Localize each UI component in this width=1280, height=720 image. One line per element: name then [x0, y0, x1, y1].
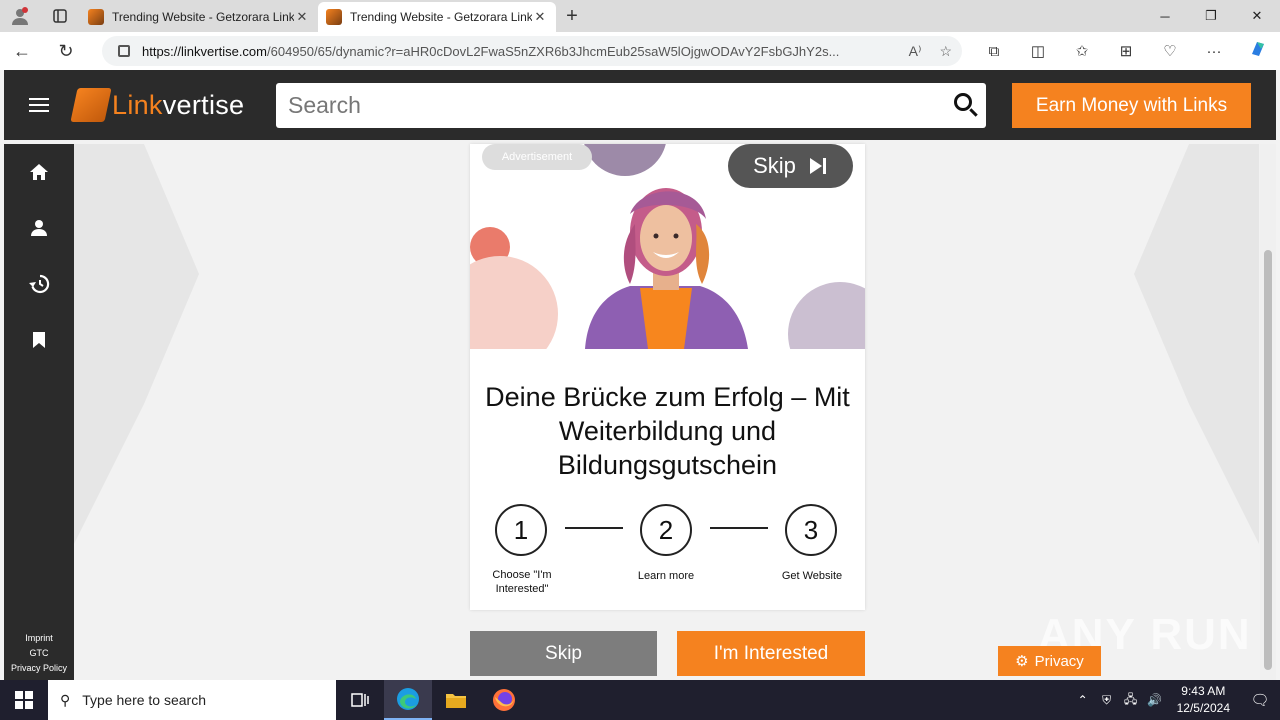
web-page: Linkvertise Search Earn Money with Links… [4, 70, 1276, 680]
step-3-label: Get Website [781, 570, 843, 582]
logo-mark-icon [70, 88, 112, 122]
gear-icon: ⚙ [1015, 653, 1029, 670]
tab-title: Trending Website - Getzorara Link [112, 10, 294, 24]
imprint-link[interactable]: Imprint [4, 631, 74, 646]
collections-icon[interactable]: ⊞ [1104, 42, 1148, 60]
ad-skip-button[interactable]: Skip [728, 144, 853, 188]
step-3-circle: 3 [785, 504, 837, 556]
network-icon[interactable]: 🖧 [1119, 690, 1143, 711]
tab-active[interactable]: Trending Website - Getzorara Link ✕ [318, 2, 556, 32]
tab-inactive[interactable]: Trending Website - Getzorara Link ✕ [80, 2, 318, 32]
linkvertise-logo[interactable]: Linkvertise [70, 88, 244, 122]
tab-title: Trending Website - Getzorara Link [350, 10, 532, 24]
minimize-icon[interactable]: ─ [1142, 0, 1188, 32]
search-icon: ⚲ [60, 691, 71, 708]
site-search-input[interactable]: Search [276, 83, 986, 128]
window-controls: ─ ❐ ✕ [1142, 0, 1280, 32]
step-2-circle: 2 [640, 504, 692, 556]
linkvertise-favicon-icon [326, 9, 342, 25]
system-tray: ⌃ ⛨ 🖧 🔊 9:43 AM 12/5/2024 🗨 [1071, 680, 1280, 720]
scrollbar-thumb[interactable] [1264, 250, 1272, 670]
browser-essentials-icon[interactable]: ♡ [1148, 42, 1192, 60]
lock-icon[interactable] [118, 45, 130, 57]
security-icon[interactable]: ⛨ [1095, 693, 1119, 708]
more-menu-icon[interactable]: ··· [1192, 43, 1236, 60]
new-tab-icon[interactable]: + [556, 0, 588, 32]
maximize-icon[interactable]: ❐ [1188, 0, 1234, 32]
favorite-star-icon[interactable]: ☆ [939, 43, 952, 60]
skip-forward-icon [809, 158, 826, 174]
close-tab-icon[interactable]: ✕ [294, 9, 310, 25]
show-hidden-icons-icon[interactable]: ⌃ [1071, 693, 1095, 707]
step-1-label: Choose "I'm Interested" [492, 569, 552, 595]
search-icon[interactable] [954, 93, 972, 111]
step-1-circle: 1 [495, 504, 547, 556]
linkvertise-favicon-icon [88, 9, 104, 25]
browser-tab-bar: Trending Website - Getzorara Link ✕ Tren… [0, 0, 1280, 32]
home-icon[interactable] [4, 144, 74, 200]
advertisement-badge: Advertisement [482, 144, 592, 170]
background-decoration-left [74, 144, 199, 544]
windows-taskbar: ⚲ Type here to search ⌃ ⛨ 🖧 🔊 9:43 AM 12… [0, 680, 1280, 720]
scrollbar[interactable] [1260, 144, 1276, 680]
site-header: Linkvertise Search Earn Money with Links [4, 70, 1276, 140]
close-tab-icon[interactable]: ✕ [532, 9, 548, 25]
edge-browser-icon[interactable] [384, 680, 432, 720]
windows-start-icon[interactable] [0, 680, 48, 720]
browser-tools: ⧉ ◫ ✩ ⊞ ♡ ··· [972, 32, 1280, 70]
system-clock[interactable]: 9:43 AM 12/5/2024 [1167, 683, 1240, 717]
file-explorer-icon[interactable] [432, 680, 480, 720]
menu-icon[interactable] [29, 98, 49, 112]
ad-card[interactable]: Advertisement Skip Deine Brücke zum Erfo… [470, 144, 865, 610]
earn-money-button[interactable]: Earn Money with Links [1012, 83, 1251, 128]
extensions-icon[interactable]: ⧉ [972, 43, 1016, 60]
back-icon[interactable]: ← [0, 32, 44, 70]
skip-button[interactable]: Skip [470, 631, 657, 676]
privacy-button[interactable]: ⚙ Privacy [998, 646, 1101, 676]
split-screen-icon[interactable]: ◫ [1016, 42, 1060, 60]
favorites-icon[interactable]: ✩ [1060, 42, 1104, 60]
volume-icon[interactable]: 🔊 [1143, 693, 1167, 707]
gtc-link[interactable]: GTC [4, 646, 74, 661]
read-aloud-icon[interactable]: A⁾ [909, 43, 922, 60]
step-connector [565, 527, 623, 529]
im-interested-button[interactable]: I'm Interested [677, 631, 865, 676]
tab-actions-icon[interactable] [40, 0, 80, 32]
notifications-icon[interactable]: 🗨 [1240, 691, 1280, 709]
sidebar: Imprint GTC Privacy Policy [4, 144, 74, 680]
close-window-icon[interactable]: ✕ [1234, 0, 1280, 32]
step-connector [710, 527, 768, 529]
background-decoration-right [1134, 144, 1259, 544]
step-2-label: Learn more [637, 570, 695, 582]
ad-headline: Deine Brücke zum Erfolg – Mit Weiterbild… [485, 382, 850, 480]
history-icon[interactable] [4, 256, 74, 312]
copilot-icon[interactable] [1236, 40, 1280, 62]
task-view-icon[interactable] [336, 680, 384, 720]
sidebar-footer: Imprint GTC Privacy Policy [4, 631, 74, 676]
bookmark-icon[interactable] [4, 312, 74, 368]
url-text: https://linkvertise.com/604950/65/dynami… [142, 43, 840, 59]
search-placeholder: Search [288, 92, 361, 118]
address-bar[interactable]: https://linkvertise.com/604950/65/dynami… [102, 36, 962, 66]
profile-icon[interactable] [0, 0, 40, 32]
user-icon[interactable] [4, 200, 74, 256]
taskbar-search-input[interactable]: ⚲ Type here to search [48, 680, 336, 720]
ad-image[interactable]: Advertisement Skip [470, 144, 865, 349]
privacy-policy-link[interactable]: Privacy Policy [4, 661, 74, 676]
firefox-icon[interactable] [480, 680, 528, 720]
refresh-icon[interactable]: ↻ [44, 32, 88, 70]
